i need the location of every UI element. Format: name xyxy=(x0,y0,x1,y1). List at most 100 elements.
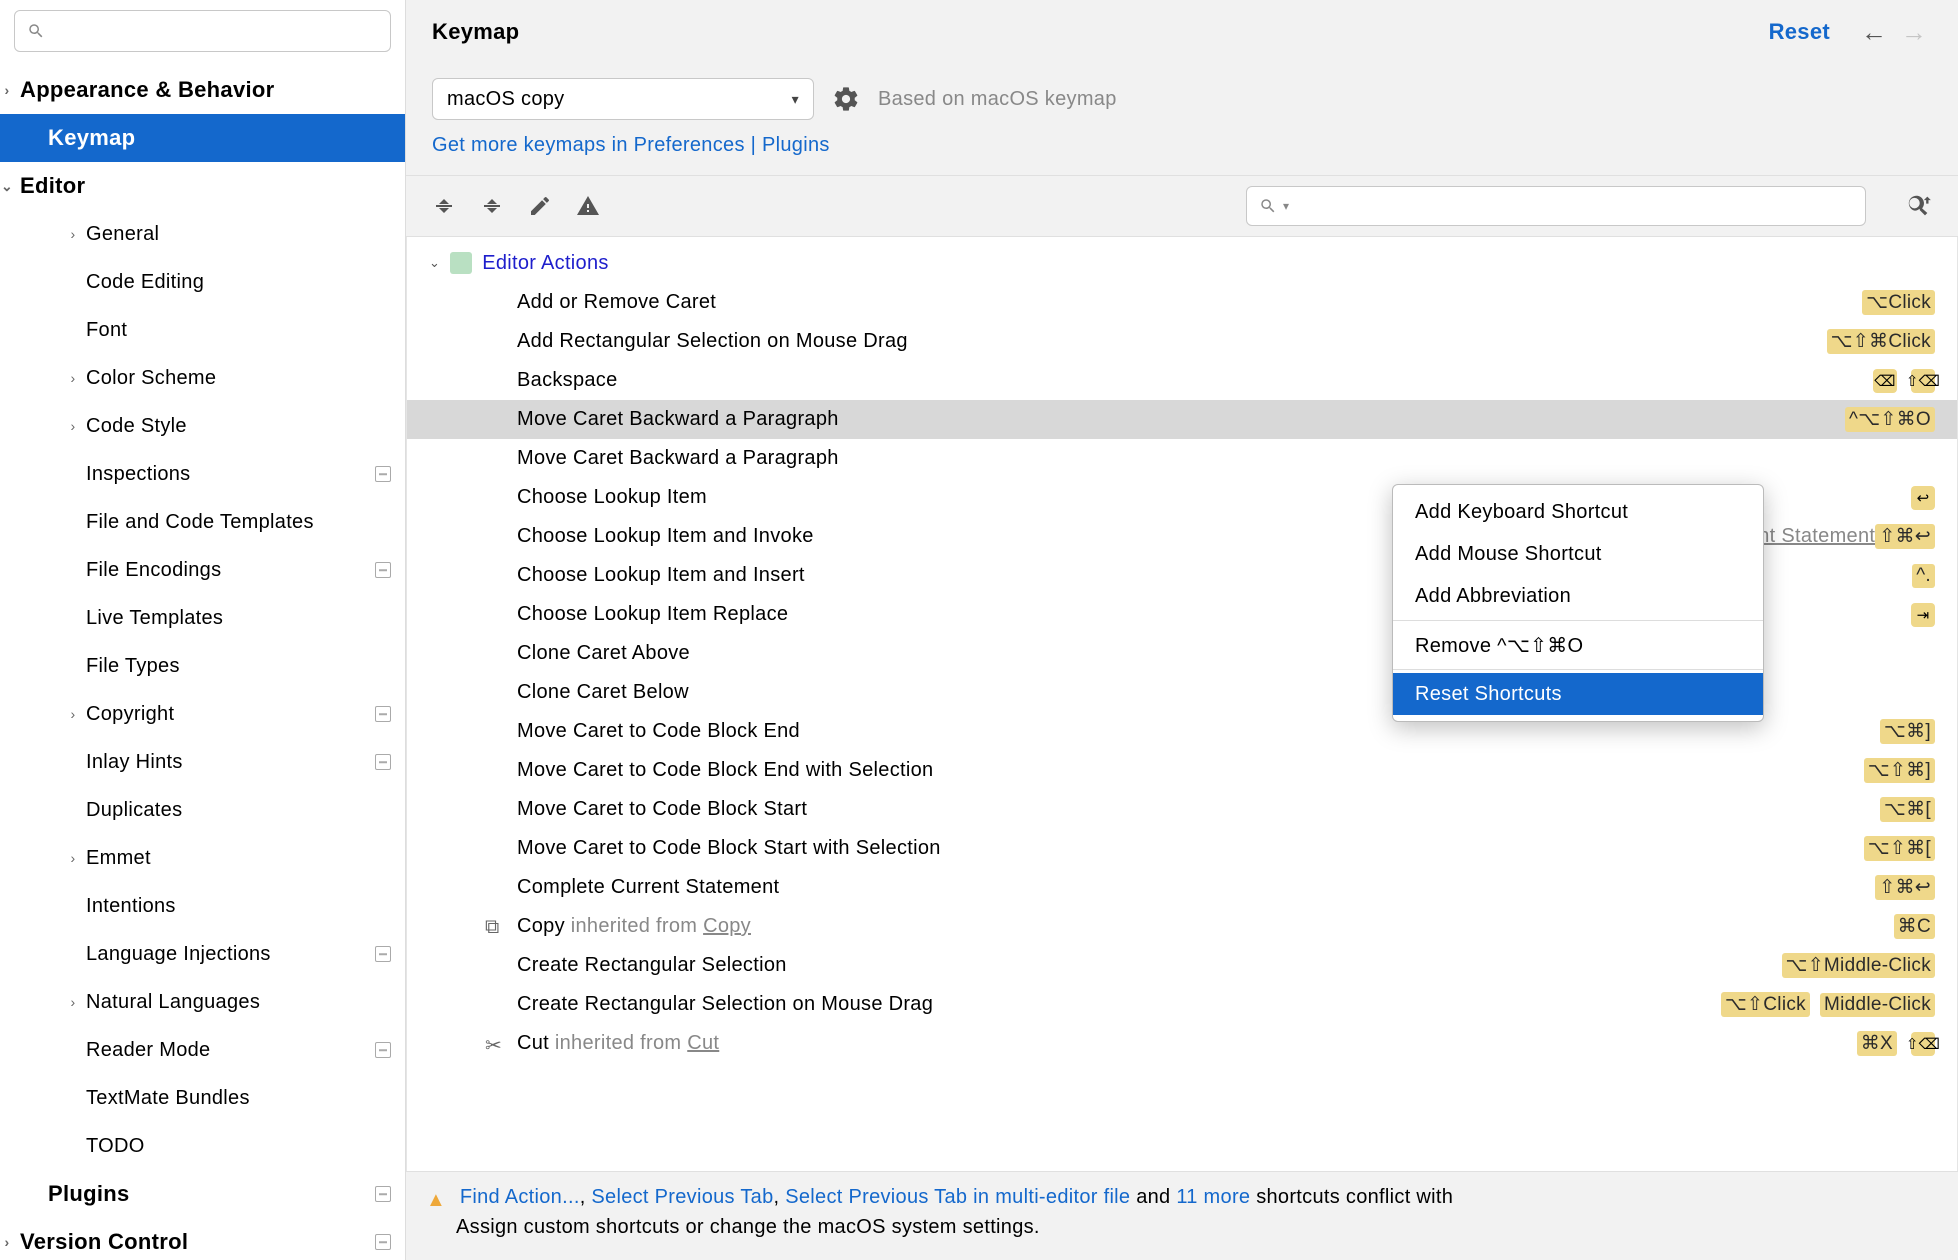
action-row[interactable]: Move Caret Backward a Paragraph^⌥⇧⌘O xyxy=(407,400,1957,439)
sidebar-item-inlay-hints[interactable]: Inlay Hints xyxy=(0,738,405,786)
conflict-link[interactable]: Select Previous Tab in multi-editor file xyxy=(785,1186,1130,1208)
warning-icon[interactable] xyxy=(576,194,600,218)
sidebar-item-file-types[interactable]: File Types xyxy=(0,642,405,690)
conflict-link[interactable]: Find Action... xyxy=(460,1186,580,1208)
shortcuts: ⌥⌘[ xyxy=(1880,797,1935,822)
sidebar-item-code-style[interactable]: ›Code Style xyxy=(0,402,405,450)
modified-indicator-icon xyxy=(375,1042,391,1058)
keymap-toolbar: macOS copy Based on macOS keymap xyxy=(406,64,1958,128)
action-label: Move Caret to Code Block Start xyxy=(407,798,1880,821)
sidebar-item-code-editing[interactable]: Code Editing xyxy=(0,258,405,306)
chevron-icon: › xyxy=(60,850,86,866)
sidebar-item-copyright[interactable]: ›Copyright xyxy=(0,690,405,738)
sidebar-item-keymap[interactable]: Keymap xyxy=(0,114,405,162)
search-icon xyxy=(1259,197,1277,215)
sidebar-item-file-encodings[interactable]: File Encodings xyxy=(0,546,405,594)
action-row[interactable]: Move Caret to Code Block Start with Sele… xyxy=(407,829,1957,868)
action-label: Create Rectangular Selection on Mouse Dr… xyxy=(407,993,1721,1016)
menu-separator xyxy=(1393,669,1763,670)
shortcuts: ⌥⇧⌘Click xyxy=(1827,329,1935,354)
settings-sidebar: ›Appearance & BehaviorKeymap⌄Editor›Gene… xyxy=(0,0,406,1260)
find-by-shortcut-icon[interactable] xyxy=(1904,192,1932,220)
edit-icon[interactable] xyxy=(528,194,552,218)
sidebar-item-emmet[interactable]: ›Emmet xyxy=(0,834,405,882)
shortcuts: ^. xyxy=(1912,564,1935,588)
action-label: Copy inherited from Copy xyxy=(517,915,1894,938)
tree-label: Emmet xyxy=(86,847,393,870)
shortcut-badge: ⌥⇧⌘] xyxy=(1864,758,1935,783)
action-row[interactable]: Add Rectangular Selection on Mouse Drag⌥… xyxy=(407,322,1957,361)
sidebar-item-color-scheme[interactable]: ›Color Scheme xyxy=(0,354,405,402)
tree-label: Inspections xyxy=(86,463,393,486)
action-row[interactable]: ✂Cut inherited from Cut⌘X⇧⌫ xyxy=(407,1024,1957,1063)
forward-arrow-icon: → xyxy=(1896,14,1932,50)
group-header[interactable]: ⌄ Editor Actions xyxy=(407,243,1957,283)
action-row[interactable]: Create Rectangular Selection on Mouse Dr… xyxy=(407,985,1957,1024)
sidebar-item-file-and-code-templates[interactable]: File and Code Templates xyxy=(0,498,405,546)
tree-label: Color Scheme xyxy=(86,367,393,390)
menu-item-add-keyboard-shortcut[interactable]: Add Keyboard Shortcut xyxy=(1393,491,1763,533)
sidebar-search-input[interactable] xyxy=(14,10,391,52)
collapse-all-icon[interactable] xyxy=(480,194,504,218)
sidebar-item-todo[interactable]: TODO xyxy=(0,1122,405,1170)
gear-icon[interactable] xyxy=(832,85,860,113)
menu-item-remove-o[interactable]: Remove ^⌥⇧⌘O xyxy=(1393,624,1763,666)
tree-label: Intentions xyxy=(86,895,393,918)
shortcuts: ↩ xyxy=(1907,486,1935,510)
action-row[interactable]: Backspace⌫⇧⌫ xyxy=(407,361,1957,400)
action-label: Move Caret Backward a Paragraph xyxy=(407,447,1935,470)
shortcut-extra-icon: ⇧⌫ xyxy=(1911,1032,1935,1056)
sidebar-item-live-templates[interactable]: Live Templates xyxy=(0,594,405,642)
action-row[interactable]: Add or Remove Caret⌥Click xyxy=(407,283,1957,322)
sidebar-item-plugins[interactable]: Plugins xyxy=(0,1170,405,1218)
back-arrow-icon[interactable]: ← xyxy=(1856,14,1892,50)
sidebar-item-textmate-bundles[interactable]: TextMate Bundles xyxy=(0,1074,405,1122)
tree-label: TextMate Bundles xyxy=(86,1087,393,1110)
tree-label: Code Editing xyxy=(86,271,393,294)
sidebar-item-reader-mode[interactable]: Reader Mode xyxy=(0,1026,405,1074)
sidebar-item-natural-languages[interactable]: ›Natural Languages xyxy=(0,978,405,1026)
shortcuts: ⌥⇧⌘] xyxy=(1864,758,1935,783)
conflict-link[interactable]: 11 more xyxy=(1176,1186,1250,1208)
copy-icon: ⧉ xyxy=(485,916,507,938)
sidebar-item-appearance-behavior[interactable]: ›Appearance & Behavior xyxy=(0,66,405,114)
context-menu: Add Keyboard ShortcutAdd Mouse ShortcutA… xyxy=(1392,484,1764,722)
action-label: Add or Remove Caret xyxy=(407,291,1862,314)
shortcut-extra-icon: ⇥ xyxy=(1911,603,1935,627)
sidebar-item-font[interactable]: Font xyxy=(0,306,405,354)
tree-label: Natural Languages xyxy=(86,991,393,1014)
sidebar-item-inspections[interactable]: Inspections xyxy=(0,450,405,498)
menu-item-add-abbreviation[interactable]: Add Abbreviation xyxy=(1393,575,1763,617)
menu-item-reset-shortcuts[interactable]: Reset Shortcuts xyxy=(1393,673,1763,715)
keymap-select[interactable]: macOS copy xyxy=(432,78,814,120)
action-row[interactable]: Complete Current Statement⇧⌘↩ xyxy=(407,868,1957,907)
shortcuts: ⌥⌘] xyxy=(1880,719,1935,744)
action-row[interactable]: Create Rectangular Selection⌥⇧Middle-Cli… xyxy=(407,946,1957,985)
keymap-select-value: macOS copy xyxy=(447,88,564,111)
sidebar-item-editor[interactable]: ⌄Editor xyxy=(0,162,405,210)
sidebar-item-general[interactable]: ›General xyxy=(0,210,405,258)
modified-indicator-icon xyxy=(375,754,391,770)
action-label: Move Caret to Code Block Start with Sele… xyxy=(407,837,1864,860)
expand-all-icon[interactable] xyxy=(432,194,456,218)
shortcuts: ^⌥⇧⌘O xyxy=(1845,407,1935,432)
action-row[interactable]: Move Caret to Code Block Start⌥⌘[ xyxy=(407,790,1957,829)
sidebar-item-duplicates[interactable]: Duplicates xyxy=(0,786,405,834)
action-search-input[interactable] xyxy=(1246,186,1866,226)
get-more-keymaps-link[interactable]: Get more keymaps in Preferences | Plugin… xyxy=(406,128,1958,175)
reset-button[interactable]: Reset xyxy=(1769,19,1830,45)
sidebar-item-version-control[interactable]: ›Version Control xyxy=(0,1218,405,1260)
chevron-icon: › xyxy=(60,370,86,386)
action-row[interactable]: Move Caret to Code Block End with Select… xyxy=(407,751,1957,790)
shortcuts: ⇥ xyxy=(1907,603,1935,627)
shortcut-extra-icon: ⌫ xyxy=(1873,369,1897,393)
action-label: Choose Lookup Item and Invoke xyxy=(407,525,1527,548)
menu-item-add-mouse-shortcut[interactable]: Add Mouse Shortcut xyxy=(1393,533,1763,575)
action-row[interactable]: Move Caret Backward a Paragraph xyxy=(407,439,1957,478)
shortcuts: ⌘X⇧⌫ xyxy=(1857,1031,1935,1056)
action-row[interactable]: ⧉Copy inherited from Copy⌘C xyxy=(407,907,1957,946)
sidebar-item-intentions[interactable]: Intentions xyxy=(0,882,405,930)
action-label: Cut inherited from Cut xyxy=(517,1032,1857,1055)
conflict-link[interactable]: Select Previous Tab xyxy=(591,1186,773,1208)
sidebar-item-language-injections[interactable]: Language Injections xyxy=(0,930,405,978)
